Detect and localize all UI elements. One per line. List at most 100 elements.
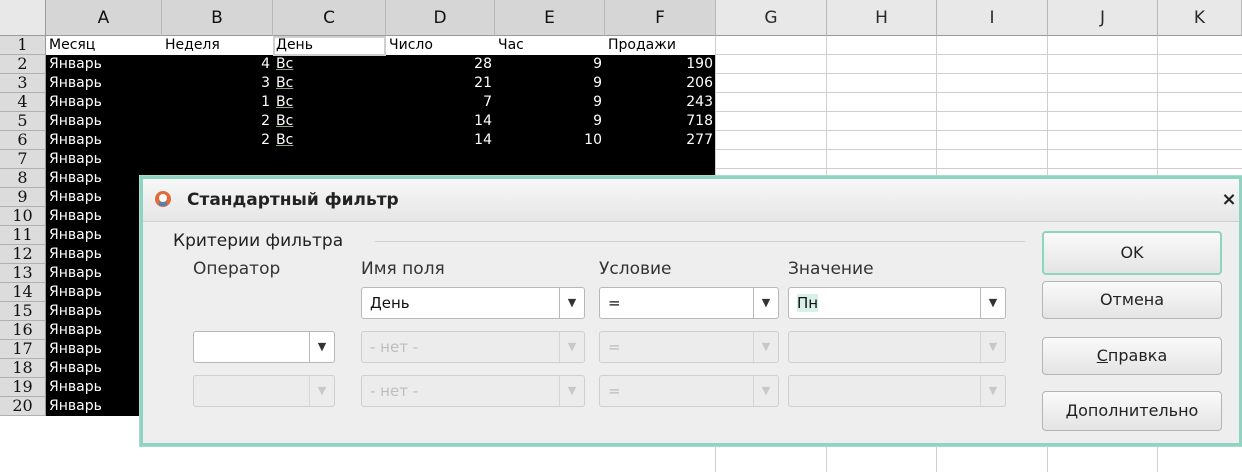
select-all-corner[interactable] <box>0 0 46 36</box>
table-cell[interactable]: Январь <box>46 112 162 131</box>
column-header-j[interactable]: J <box>1048 0 1158 36</box>
table-cell[interactable]: 14 <box>386 112 495 131</box>
column-header-a[interactable]: A <box>46 0 162 36</box>
row-header[interactable]: 5 <box>0 112 46 131</box>
row-header[interactable]: 1 <box>0 36 46 55</box>
table-cell[interactable]: Вс <box>273 74 386 93</box>
column-header-f[interactable]: F <box>605 0 716 36</box>
table-cell[interactable]: 14 <box>386 131 495 150</box>
more-options-label: Дополнительно <box>1065 401 1199 420</box>
row-header[interactable]: 17 <box>0 340 46 359</box>
table-cell[interactable]: 9 <box>495 55 605 74</box>
table-cell[interactable] <box>605 150 716 169</box>
table-cell[interactable]: Январь <box>46 55 162 74</box>
grid-line <box>716 168 1242 169</box>
table-cell[interactable]: Месяц <box>46 36 162 55</box>
value-1-combobox[interactable]: Пн ▼ <box>788 287 1006 319</box>
row-header[interactable]: 13 <box>0 264 46 283</box>
row-header[interactable]: 3 <box>0 74 46 93</box>
table-cell[interactable] <box>495 150 605 169</box>
chevron-down-icon[interactable]: ▼ <box>559 288 584 318</box>
table-cell[interactable] <box>162 150 273 169</box>
more-options-button[interactable]: Дополнительно <box>1042 391 1222 431</box>
dialog-title: Стандартный фильтр <box>187 190 399 210</box>
row-header[interactable]: 12 <box>0 245 46 264</box>
table-cell[interactable]: 21 <box>386 74 495 93</box>
row-header[interactable]: 18 <box>0 359 46 378</box>
field-name-1-select[interactable]: День ▼ <box>361 287 585 319</box>
table-cell[interactable]: Январь <box>46 74 162 93</box>
grid-line <box>716 111 1242 112</box>
table-cell[interactable]: Число <box>386 36 495 55</box>
condition-3-select: = ▼ <box>599 375 779 407</box>
column-header-h[interactable]: H <box>827 0 937 36</box>
chevron-down-icon[interactable]: ▼ <box>753 288 778 318</box>
column-header-k[interactable]: K <box>1158 0 1242 36</box>
row-header[interactable]: 20 <box>0 397 46 416</box>
row-header[interactable]: 15 <box>0 302 46 321</box>
row-header[interactable]: 19 <box>0 378 46 397</box>
table-cell[interactable]: 9 <box>495 93 605 112</box>
column-header-b[interactable]: B <box>162 0 273 36</box>
chevron-down-icon[interactable]: ▼ <box>980 288 1005 318</box>
operator-2-select[interactable]: ▼ <box>193 331 335 363</box>
table-cell[interactable]: 10 <box>495 131 605 150</box>
table-cell[interactable]: 718 <box>605 112 716 131</box>
column-header-e[interactable]: E <box>495 0 605 36</box>
table-cell[interactable]: 2 <box>162 112 273 131</box>
value-2-combobox: ▼ <box>788 331 1006 363</box>
table-cell[interactable]: Час <box>495 36 605 55</box>
row-header[interactable]: 16 <box>0 321 46 340</box>
table-cell[interactable] <box>386 150 495 169</box>
table-cell[interactable]: 206 <box>605 74 716 93</box>
row-header[interactable]: 4 <box>0 93 46 112</box>
table-cell[interactable]: Вс <box>273 55 386 74</box>
row-header[interactable]: 8 <box>0 169 46 188</box>
row-header[interactable]: 7 <box>0 150 46 169</box>
table-cell[interactable]: 4 <box>162 55 273 74</box>
row-header[interactable]: 2 <box>0 55 46 74</box>
help-button[interactable]: Справка <box>1042 337 1222 375</box>
row-header[interactable]: 9 <box>0 188 46 207</box>
help-mnemonic: С <box>1096 346 1108 365</box>
field-name-2-value: - нет - <box>370 338 419 356</box>
table-cell[interactable]: 277 <box>605 131 716 150</box>
column-header-c[interactable]: C <box>273 0 386 36</box>
condition-1-select[interactable]: = ▼ <box>599 287 779 319</box>
column-header-g[interactable]: G <box>716 0 827 36</box>
table-cell[interactable]: 1 <box>162 93 273 112</box>
table-cell[interactable]: Продажи <box>605 36 716 55</box>
table-cell[interactable]: Вс <box>273 131 386 150</box>
table-cell[interactable]: Январь <box>46 131 162 150</box>
cancel-button[interactable]: Отмена <box>1042 281 1222 319</box>
ok-button[interactable]: OK <box>1042 231 1222 275</box>
table-cell[interactable]: Январь <box>46 93 162 112</box>
column-header-d[interactable]: D <box>386 0 495 36</box>
value-1-text[interactable]: Пн <box>797 294 819 312</box>
table-cell[interactable]: Вс <box>273 112 386 131</box>
table-cell[interactable]: 28 <box>386 55 495 74</box>
table-cell[interactable]: Январь <box>46 150 162 169</box>
row-header[interactable]: 11 <box>0 226 46 245</box>
grid-line <box>716 54 1242 55</box>
close-icon[interactable]: × <box>1221 179 1237 221</box>
chevron-down-icon[interactable]: ▼ <box>309 332 334 362</box>
row-header[interactable]: 6 <box>0 131 46 150</box>
row-header[interactable]: 14 <box>0 283 46 302</box>
table-cell[interactable]: 9 <box>495 74 605 93</box>
table-cell[interactable] <box>273 150 386 169</box>
table-cell[interactable]: 190 <box>605 55 716 74</box>
table-cell[interactable]: 7 <box>386 93 495 112</box>
table-cell[interactable]: Вс <box>273 93 386 112</box>
table-cell[interactable]: 3 <box>162 74 273 93</box>
grid-line <box>716 92 1242 93</box>
condition-3-value: = <box>608 382 621 400</box>
table-cell[interactable]: 9 <box>495 112 605 131</box>
table-cell[interactable]: 2 <box>162 131 273 150</box>
column-header-i[interactable]: I <box>937 0 1048 36</box>
operator-3-select: ▼ <box>193 375 335 407</box>
row-header[interactable]: 10 <box>0 207 46 226</box>
table-cell[interactable]: Неделя <box>162 36 273 55</box>
dialog-titlebar[interactable]: Стандартный фильтр × <box>143 179 1239 222</box>
table-cell[interactable]: 243 <box>605 93 716 112</box>
